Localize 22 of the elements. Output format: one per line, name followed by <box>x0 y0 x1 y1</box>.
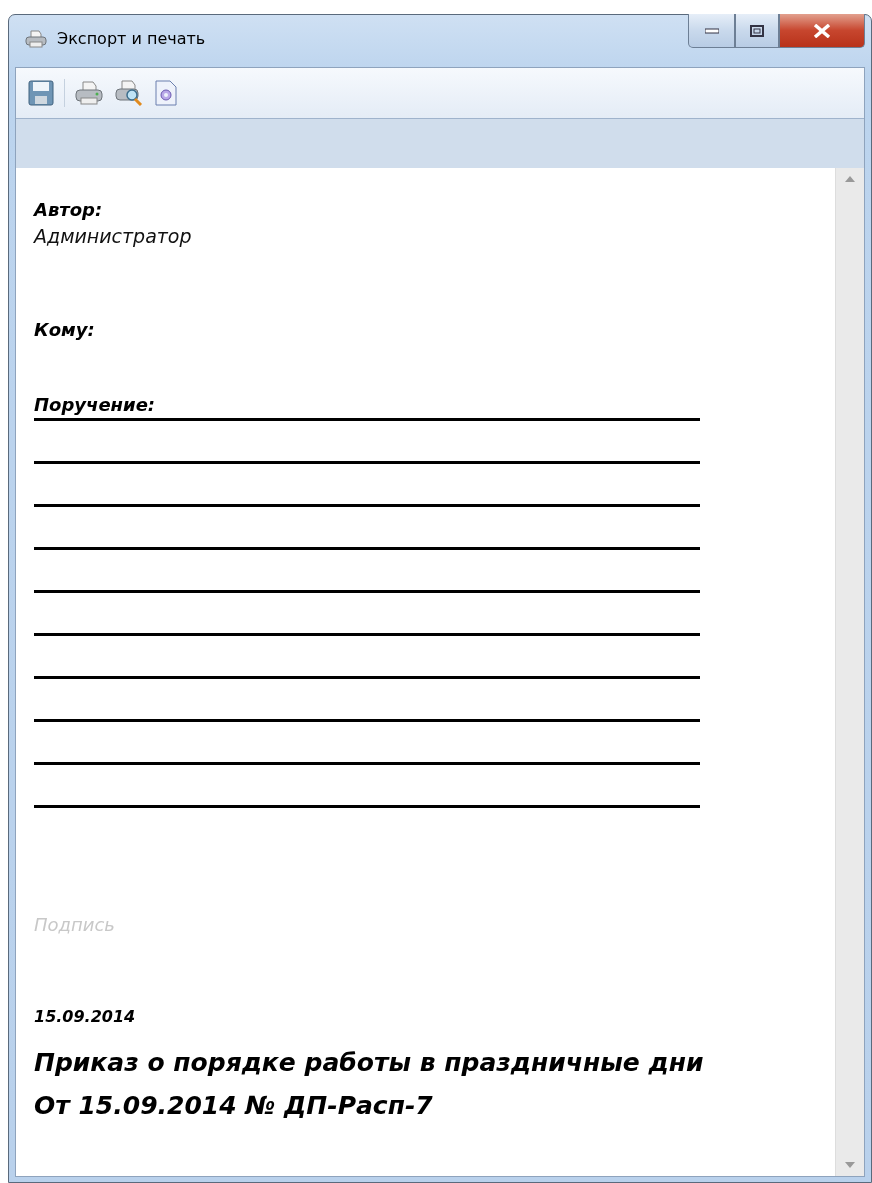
field-label: Кому: <box>34 318 95 342</box>
scroll-up-icon <box>845 176 855 182</box>
field-label: Автор: <box>34 198 103 222</box>
author-name: Администратор <box>34 224 192 249</box>
close-button[interactable] <box>779 14 865 48</box>
print-button[interactable] <box>73 79 105 107</box>
printer-icon <box>25 29 47 48</box>
scrollbar[interactable] <box>835 168 864 1176</box>
printer-magnifier-icon <box>115 80 143 106</box>
minimize-icon <box>704 27 719 34</box>
save-button[interactable] <box>26 78 56 108</box>
document-title: Приказ о порядке работы в праздничные дни <box>34 1048 704 1077</box>
maximize-icon <box>750 24 764 37</box>
print-preview-button[interactable] <box>113 78 145 108</box>
close-icon <box>813 23 831 38</box>
field-label: Поручение: <box>34 393 156 417</box>
printer-icon <box>75 81 103 105</box>
scroll-down-icon <box>845 1162 855 1168</box>
document-date: 15.09.2014 <box>34 1007 136 1026</box>
document-subtitle: От 15.09.2014 № ДП-Расп-7 <box>34 1091 433 1120</box>
window-title: Экспорт и печать <box>57 29 206 48</box>
maximize-button[interactable] <box>735 14 779 48</box>
